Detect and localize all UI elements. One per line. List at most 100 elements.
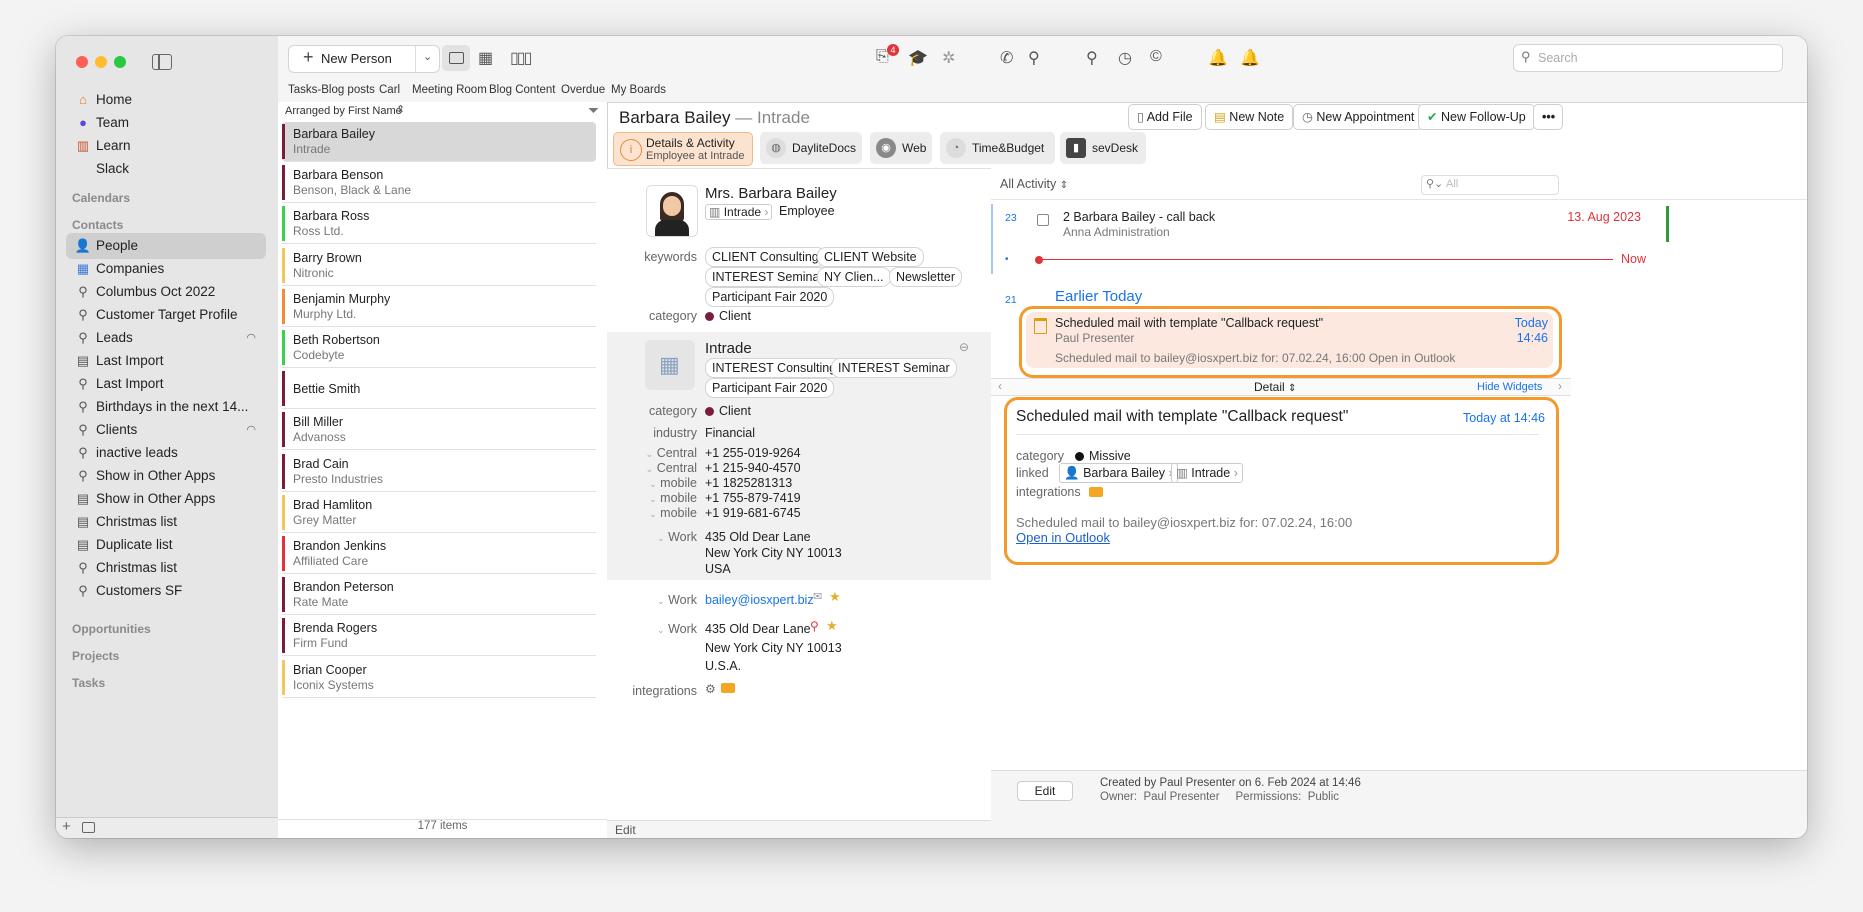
tab-daylitedocs[interactable]: ◍ DayliteDocs (760, 132, 862, 164)
detail-selector[interactable]: Detail ⇕ (1254, 380, 1296, 394)
phone-icon[interactable]: ✆ (1000, 48, 1013, 68)
split-view-button[interactable] (442, 45, 470, 71)
person-phone-icon[interactable]: ⚲ (1028, 48, 1040, 68)
list-item[interactable]: Brad Cain Presto Industries (282, 452, 596, 492)
new-follow-up-button[interactable]: ✔ New Follow-Up (1418, 104, 1535, 130)
tab-details-activity[interactable]: i Details & Activity Employee at Intrade (613, 132, 753, 166)
integration-icon[interactable]: ⚙ (705, 682, 716, 696)
sidebar-item-customers-sf[interactable]: ⚲ Customers SF (66, 578, 266, 604)
list-item[interactable]: Brandon Peterson Rate Mate (282, 575, 596, 616)
tab-time-budget[interactable]: ◔ Time&Budget (940, 132, 1055, 164)
new-person-button[interactable]: + New Person ⌄ (288, 45, 440, 73)
activity-filter[interactable]: All Activity ⇕ (1000, 177, 1068, 191)
phone-value[interactable]: +1 1825281313 (705, 476, 792, 490)
linked-person-chip[interactable]: 👤 Barbara Bailey › (1059, 463, 1178, 483)
add-file-button[interactable]: ▯ Add File (1128, 104, 1202, 130)
list-item[interactable]: Bill Miller Advanoss (282, 410, 596, 451)
task-checkbox[interactable] (1037, 214, 1049, 226)
phone-value[interactable]: +1 215-940-4570 (705, 461, 801, 475)
board-tab[interactable]: Tasks-Blog posts (288, 84, 375, 96)
sidebar-label: Customer Target Profile (96, 307, 238, 322)
star-icon[interactable]: ★ (826, 618, 838, 634)
phone-value[interactable]: +1 919-681-6745 (705, 506, 801, 520)
list-item[interactable]: Beth Robertson Codebyte (282, 328, 596, 368)
list-item[interactable]: Barbara Bailey Intrade (282, 122, 596, 162)
board-tab[interactable]: Blog Content (489, 84, 556, 96)
list-item[interactable]: Benjamin Murphy Murphy Ltd. (282, 287, 596, 327)
keyword-tag[interactable]: INTEREST Seminar (705, 267, 831, 287)
chevron-right-icon[interactable]: › (1558, 379, 1562, 393)
list-item[interactable]: Bettie Smith (282, 369, 596, 410)
org-link[interactable]: ▥ Intrade › (705, 204, 773, 220)
phone-value[interactable]: +1 755-879-7419 (705, 491, 801, 505)
board-tab[interactable]: My Boards (611, 84, 666, 96)
list-item[interactable]: Brian Cooper Iconix Systems (282, 658, 596, 698)
timer-person-icon[interactable]: ⚲ (1086, 48, 1098, 68)
tab-sevdesk[interactable]: ▮ sevDesk (1060, 132, 1146, 164)
section-calendars[interactable]: Calendars (72, 191, 130, 205)
stopwatch-icon[interactable]: ◷ (1118, 48, 1132, 68)
sidebar-toggle-icon[interactable] (152, 54, 172, 70)
keyword-tag[interactable]: CLIENT Website (817, 247, 924, 267)
activity-search[interactable]: ⚲⌄ All (1421, 175, 1559, 195)
folder-icon[interactable] (1089, 487, 1103, 497)
mail-activity-item[interactable]: Scheduled mail with template "Callback r… (1026, 312, 1553, 368)
new-appointment-button[interactable]: ◷ New Appointment (1293, 104, 1424, 130)
more-button[interactable]: ••• (1533, 104, 1563, 130)
list-item[interactable]: Barbara Benson Benson, Black & Lane (282, 163, 596, 204)
star-icon[interactable]: ★ (829, 589, 841, 605)
section-projects[interactable]: Projects (72, 649, 119, 663)
bell-group-icon[interactable]: 🔔 (1208, 48, 1228, 68)
tab-web[interactable]: ◉ Web (870, 132, 932, 164)
new-note-button[interactable]: ▤ New Note (1205, 104, 1294, 130)
keyword-tag[interactable]: Participant Fair 2020 (705, 378, 835, 398)
sort-label[interactable]: Arranged by First Name (285, 105, 402, 117)
add-icon[interactable]: + (62, 818, 71, 835)
currency-icon[interactable]: © (1150, 48, 1162, 66)
minimize-button[interactable] (95, 56, 107, 68)
mail-icon[interactable]: ✉ (813, 590, 822, 603)
sidebar-item-slack[interactable]: Slack (66, 156, 266, 182)
keyword-tag[interactable]: INTEREST Consulting (705, 358, 844, 378)
section-opportunities[interactable]: Opportunities (72, 622, 151, 636)
list-item[interactable]: Brad Hamliton Grey Matter (282, 493, 596, 533)
folder-icon[interactable] (721, 683, 735, 693)
filter-icon[interactable]: ⏷ (588, 102, 599, 119)
task-title[interactable]: 2 Barbara Bailey - call back (1063, 210, 1215, 224)
keyword-tag[interactable]: Newsletter (889, 267, 963, 287)
zoom-button[interactable] (114, 56, 126, 68)
sort-chevron-icon[interactable]: ⇕ (396, 103, 405, 116)
keyword-tag[interactable]: NY Clien... (817, 267, 891, 287)
list-item[interactable]: Brenda Rogers Firm Fund (282, 616, 596, 657)
edit-button[interactable]: Edit (1017, 781, 1073, 801)
board-view-icon[interactable]: ▯▯▯ (510, 48, 532, 68)
open-in-outlook-link[interactable]: Open in Outlook (1016, 530, 1110, 545)
linked-company-chip[interactable]: ▥ Intrade › (1171, 463, 1243, 483)
chevron-left-icon[interactable]: ‹ (998, 379, 1002, 393)
search-field[interactable]: ⚲ Search (1513, 44, 1783, 72)
close-button[interactable] (76, 56, 88, 68)
board-tab[interactable]: Carl (379, 84, 400, 96)
table-view-icon[interactable]: ▦ (478, 48, 493, 68)
loading-icon[interactable]: ✲ (942, 48, 955, 68)
bell-icon[interactable]: 🔔 (1240, 48, 1260, 68)
section-contacts[interactable]: Contacts (72, 218, 123, 232)
hide-widgets-link[interactable]: Hide Widgets (1477, 381, 1542, 393)
keyword-tag[interactable]: INTEREST Seminar (831, 358, 957, 378)
graduation-cap-icon[interactable]: 🎓 (908, 48, 928, 68)
edit-link[interactable]: Edit (615, 823, 636, 837)
board-tab[interactable]: Meeting Room (412, 84, 487, 96)
chevron-down-icon[interactable]: ⌄ (423, 50, 432, 63)
list-item[interactable]: Barry Brown Nitronic (282, 246, 596, 286)
section-tasks[interactable]: Tasks (72, 676, 105, 690)
more-circle-icon[interactable]: ⊖ (959, 340, 969, 354)
email-link[interactable]: bailey@iosxpert.biz (705, 593, 814, 607)
list-item[interactable]: Brandon Jenkins Affiliated Care (282, 534, 596, 574)
keyword-tag[interactable]: CLIENT Consulting (705, 247, 826, 267)
calendar-icon[interactable] (82, 822, 95, 833)
map-pin-icon[interactable]: ⚲ (810, 619, 819, 633)
list-item[interactable]: Barbara Ross Ross Ltd. (282, 204, 596, 245)
phone-value[interactable]: +1 255-019-9264 (705, 446, 801, 460)
board-tab[interactable]: Overdue (561, 84, 605, 96)
keyword-tag[interactable]: Participant Fair 2020 (705, 287, 835, 307)
